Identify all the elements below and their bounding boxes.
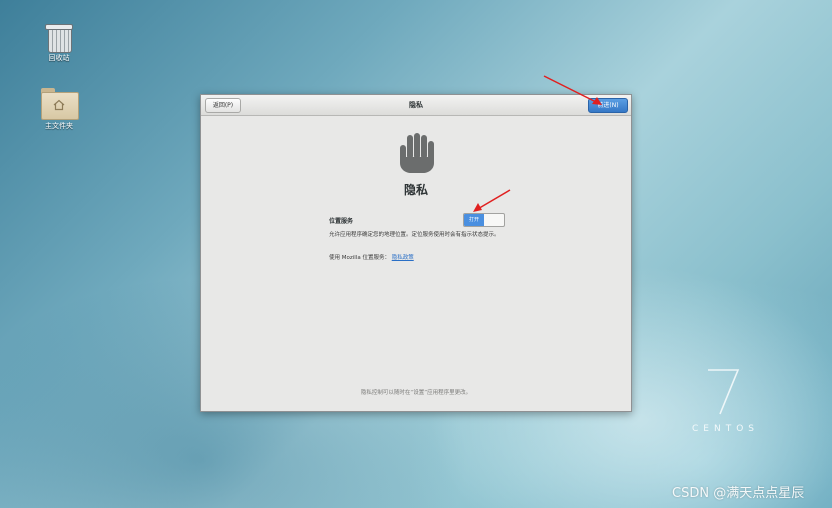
csdn-watermark: CSDN @满天点点星辰 (672, 486, 805, 501)
location-service-toggle[interactable]: 打开 (463, 213, 505, 227)
back-button[interactable]: 返回(P) (205, 98, 241, 113)
centos-wordmark: CENTOS (692, 424, 759, 434)
window-titlebar: 隐私 返回(P) 前进(N) (201, 95, 631, 116)
centos-7-logo (708, 369, 740, 415)
policy-prefix: 使用 Mozilla 位置服务： (329, 255, 390, 261)
privacy-hand-icon (400, 133, 434, 173)
privacy-footer-note: 隐私控制可以随时在“设置”应用程序里更改。 (360, 390, 472, 396)
desktop-icon-label: 主文件夹 (45, 122, 73, 130)
window-title: 隐私 (409, 101, 423, 109)
next-button[interactable]: 前进(N) (588, 98, 628, 113)
location-service-label: 位置服务 (329, 218, 354, 225)
location-service-description: 允许应用程序确定您的地理位置。定位服务使用时会有指示状态提示。 (329, 232, 500, 238)
privacy-heading: 隐私 (403, 183, 428, 197)
mozilla-policy-line: 使用 Mozilla 位置服务： 隐私政策 (329, 253, 414, 261)
desktop-icon-home-folder[interactable]: 主文件夹 (29, 88, 89, 131)
trash-icon (45, 24, 73, 53)
desktop-icon-label: 回收站 (48, 54, 70, 62)
toggle-on-label: 打开 (464, 214, 484, 226)
desktop-icon-trash[interactable]: 回收站 (29, 24, 89, 63)
home-folder-icon (41, 88, 79, 120)
privacy-setup-window: 隐私 返回(P) 前进(N) 隐私 位置服务 打开 允许应用程序确定您的地理位置… (200, 94, 632, 412)
privacy-policy-link[interactable]: 隐私政策 (392, 255, 414, 261)
